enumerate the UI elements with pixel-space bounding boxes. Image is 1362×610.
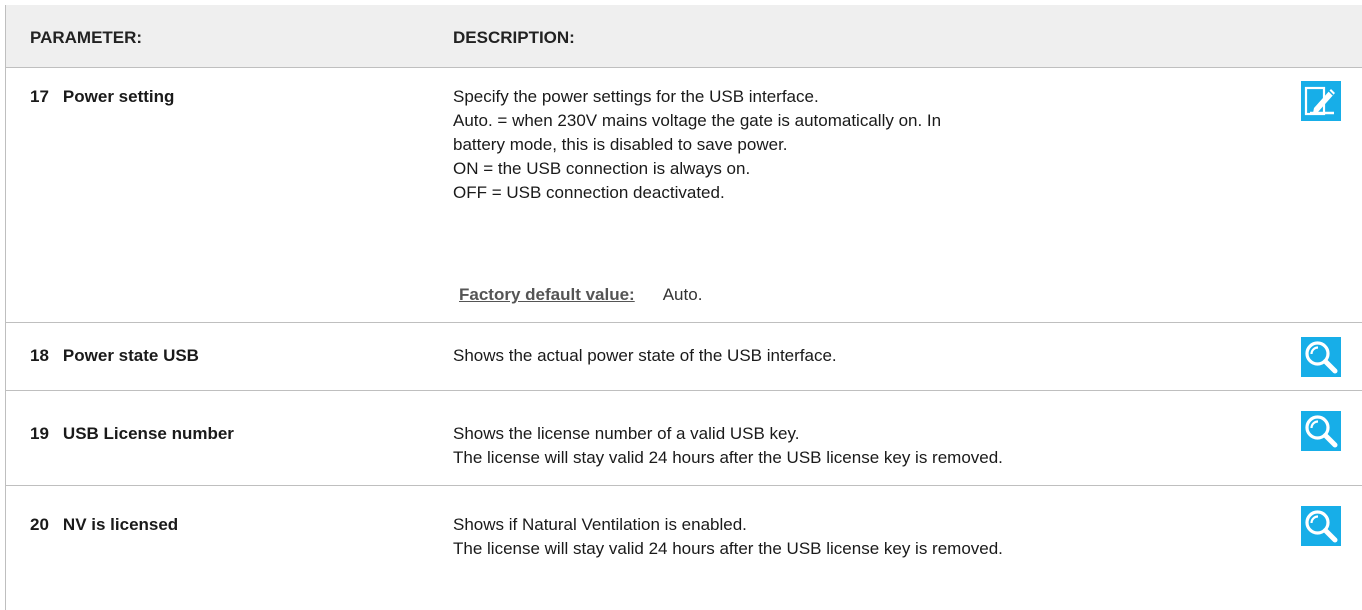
parameter-name: Power state USB bbox=[62, 346, 199, 365]
description-cell: Shows the license number of a valid USB … bbox=[453, 422, 1293, 470]
description-line: Auto. = when 230V mains voltage the gate… bbox=[453, 111, 942, 130]
parameter-number: 20 bbox=[30, 515, 49, 534]
parameter-name: USB License number bbox=[62, 424, 234, 443]
table-row: 19 USB License number Shows the license … bbox=[6, 390, 1362, 485]
table-row: 17 Power setting Specify the power setti… bbox=[6, 67, 1362, 322]
description-cell: Shows the actual power state of the USB … bbox=[453, 344, 1293, 368]
description-line: Specify the power settings for the USB i… bbox=[453, 87, 819, 106]
description-line: Shows the license number of a valid USB … bbox=[453, 424, 800, 443]
factory-default-label: Factory default value: bbox=[459, 285, 635, 304]
description-cell: Specify the power settings for the USB i… bbox=[453, 85, 1293, 205]
parameter-cell: 19 USB License number bbox=[30, 424, 234, 444]
description-column-header: DESCRIPTION: bbox=[453, 28, 575, 47]
parameter-name: Power setting bbox=[62, 87, 175, 106]
parameter-column-header: PARAMETER: bbox=[30, 28, 143, 47]
description-line: OFF = USB connection deactivated. bbox=[453, 183, 725, 202]
magnifier-icon[interactable] bbox=[1301, 337, 1341, 377]
parameter-name: NV is licensed bbox=[62, 515, 179, 534]
factory-default: Factory default value: Auto. bbox=[459, 285, 702, 305]
parameter-number: 18 bbox=[30, 346, 49, 365]
table-header: PARAMETER: DESCRIPTION: bbox=[6, 5, 1362, 67]
description-line: The license will stay valid 24 hours aft… bbox=[453, 539, 1003, 558]
table-row: 20 NV is licensed Shows if Natural Venti… bbox=[6, 485, 1362, 610]
description-cell: Shows if Natural Ventilation is enabled.… bbox=[453, 513, 1293, 561]
description-line: Shows the actual power state of the USB … bbox=[453, 346, 837, 365]
edit-icon[interactable] bbox=[1301, 81, 1341, 121]
parameter-cell: 20 NV is licensed bbox=[30, 515, 178, 535]
parameter-number: 17 bbox=[30, 87, 49, 106]
description-line: battery mode, this is disabled to save p… bbox=[453, 135, 788, 154]
description-line: ON = the USB connection is always on. bbox=[453, 159, 751, 178]
parameter-number: 19 bbox=[30, 424, 49, 443]
table-row: 18 Power state USB Shows the actual powe… bbox=[6, 322, 1362, 390]
parameter-cell: 17 Power setting bbox=[30, 87, 174, 107]
magnifier-icon[interactable] bbox=[1301, 506, 1341, 546]
magnifier-icon[interactable] bbox=[1301, 411, 1341, 451]
parameter-cell: 18 Power state USB bbox=[30, 346, 199, 366]
factory-default-value: Auto. bbox=[662, 285, 703, 304]
description-line: Shows if Natural Ventilation is enabled. bbox=[453, 515, 747, 534]
description-line: The license will stay valid 24 hours aft… bbox=[453, 448, 1003, 467]
parameter-table: PARAMETER: DESCRIPTION: 17 Power setting… bbox=[5, 5, 1362, 610]
